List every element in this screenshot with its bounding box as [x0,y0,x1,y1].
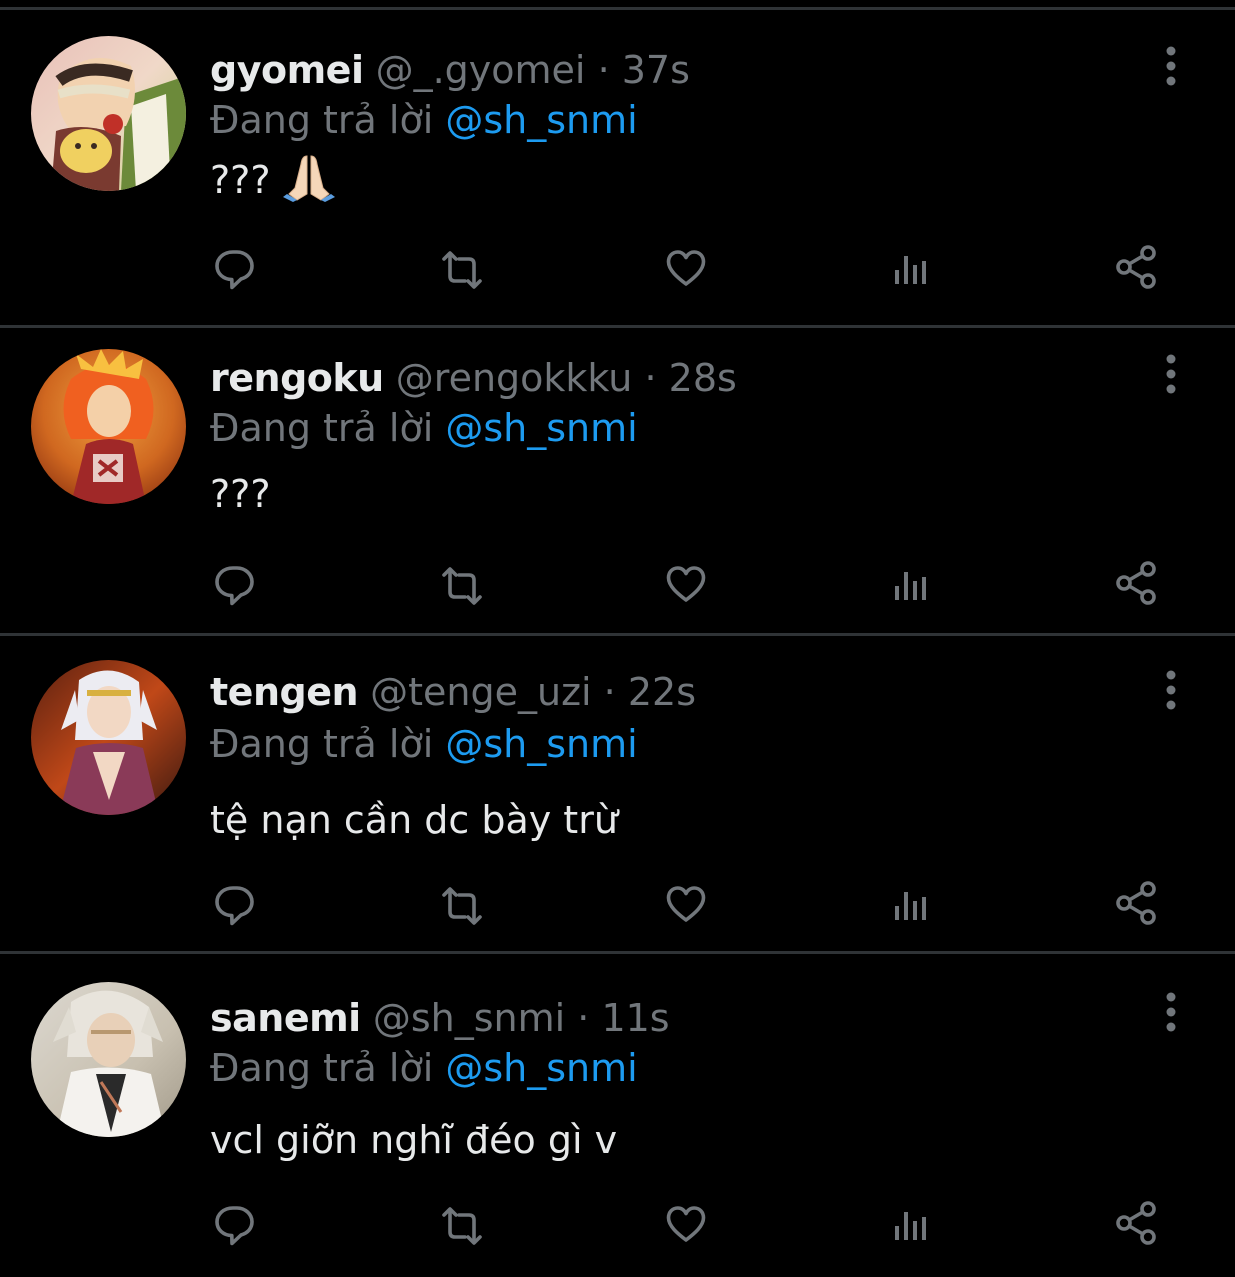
avatar[interactable] [31,660,186,815]
user-handle[interactable]: @sh_snmi [373,996,565,1040]
share-icon[interactable] [1113,1198,1169,1254]
tweet[interactable]: sanemi @sh_snmi · 11s Đang trả lời @sh_s… [0,954,1235,1277]
tweet[interactable]: tengen @tenge_uzi · 22s Đang trả lời @sh… [0,636,1235,954]
timestamp[interactable]: 22s [628,670,696,714]
retweet-icon[interactable] [434,558,490,614]
views-icon[interactable] [890,1198,946,1254]
display-name[interactable]: sanemi [210,996,361,1040]
views-icon[interactable] [890,242,946,298]
avatar[interactable] [31,982,186,1137]
tweet-header: rengoku @rengokkku · 28s [210,352,737,404]
reply-icon[interactable] [210,1198,266,1254]
reply-prefix: Đang trả lời [210,1046,434,1090]
separator: · [603,670,616,714]
tweet-text: ??? [210,150,335,215]
views-icon[interactable] [890,558,946,614]
reply-prefix: Đang trả lời [210,98,434,142]
folded-hands-emoji [282,150,335,215]
timestamp[interactable]: 37s [622,48,690,92]
separator: · [597,48,610,92]
display-name[interactable]: tengen [210,670,359,714]
reply-icon[interactable] [210,242,266,298]
tweet-header: gyomei @_.gyomei · 37s [210,44,690,96]
reply-context: Đang trả lời @sh_snmi [210,718,638,770]
separator: · [644,356,657,400]
user-handle[interactable]: @tenge_uzi [370,670,591,714]
reply-to-handle[interactable]: @sh_snmi [445,722,637,766]
reply-context: Đang trả lời @sh_snmi [210,402,638,454]
more-options-icon[interactable] [1151,44,1191,88]
retweet-icon[interactable] [434,1198,490,1254]
tweet[interactable]: gyomei @_.gyomei · 37s Đang trả lời @sh_… [0,10,1235,328]
like-icon[interactable] [662,558,718,614]
reply-prefix: Đang trả lời [210,722,434,766]
reply-to-handle[interactable]: @sh_snmi [445,406,637,450]
more-options-icon[interactable] [1151,990,1191,1034]
tweet-text: vcl giỡn nghĩ đéo gì v [210,1118,618,1162]
user-handle[interactable]: @rengokkku [396,356,633,400]
more-options-icon[interactable] [1151,668,1191,712]
tweet-text-content: ??? [210,158,271,202]
more-options-icon[interactable] [1151,352,1191,396]
reply-to-handle[interactable]: @sh_snmi [445,1046,637,1090]
reply-context: Đang trả lời @sh_snmi [210,1042,638,1094]
share-icon[interactable] [1113,242,1169,298]
retweet-icon[interactable] [434,878,490,934]
separator: · [577,996,590,1040]
tweet-text: tệ nạn cần dc bày trừ [210,798,618,842]
like-icon[interactable] [662,242,718,298]
share-icon[interactable] [1113,558,1169,614]
avatar[interactable] [31,36,186,191]
tweet-header: tengen @tenge_uzi · 22s [210,666,696,718]
tweet[interactable]: rengoku @rengokkku · 28s Đang trả lời @s… [0,318,1235,636]
retweet-icon[interactable] [434,242,490,298]
display-name[interactable]: rengoku [210,356,384,400]
timestamp[interactable]: 11s [601,996,669,1040]
timestamp[interactable]: 28s [669,356,737,400]
like-icon[interactable] [662,878,718,934]
reply-to-handle[interactable]: @sh_snmi [445,98,637,142]
avatar[interactable] [31,349,186,504]
tweet-text: ??? [210,472,271,516]
views-icon[interactable] [890,878,946,934]
reply-icon[interactable] [210,558,266,614]
reply-context: Đang trả lời @sh_snmi [210,94,638,146]
share-icon[interactable] [1113,878,1169,934]
reply-icon[interactable] [210,878,266,934]
like-icon[interactable] [662,1198,718,1254]
display-name[interactable]: gyomei [210,48,364,92]
user-handle[interactable]: @_.gyomei [376,48,586,92]
tweet-header: sanemi @sh_snmi · 11s [210,992,670,1044]
reply-prefix: Đang trả lời [210,406,434,450]
